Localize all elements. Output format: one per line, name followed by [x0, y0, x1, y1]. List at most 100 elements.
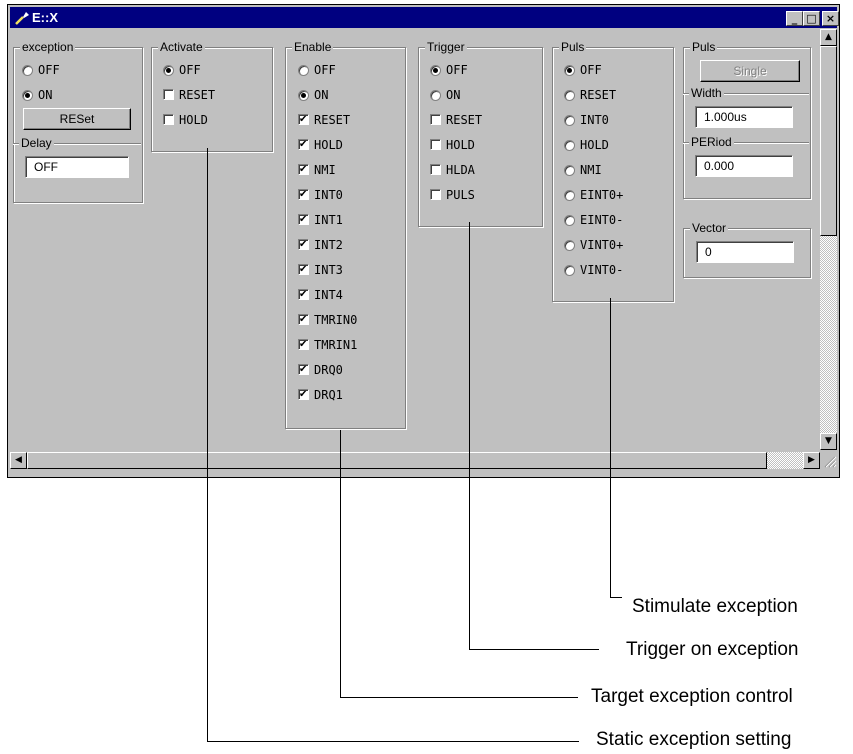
puls-group-title: Puls [559, 40, 587, 54]
window-title: E::X [32, 10, 58, 25]
radio-icon [564, 240, 575, 251]
leader-line-target [340, 430, 341, 698]
enable-option-label: RESET [314, 113, 351, 127]
activate-hold-label: HOLD [179, 113, 208, 127]
leader-line-stimulate [610, 298, 611, 598]
enable-option-label: DRQ1 [314, 388, 343, 402]
exception-group: exception OFF ON RESet Delay OFF [13, 40, 143, 203]
radio-selected-icon [564, 65, 575, 76]
callout-stimulate: Stimulate exception [632, 596, 798, 617]
radio-selected-icon [22, 90, 33, 101]
puls-option-label: INT0 [580, 113, 609, 127]
leader-line-target-h [340, 697, 578, 698]
leader-line-trigger-h [469, 649, 599, 650]
wrench-icon [15, 12, 29, 25]
horizontal-scrollbar[interactable]: ◀ ▶ [10, 452, 820, 469]
checkbox-icon [430, 164, 441, 175]
checkbox-checked-icon [298, 261, 309, 279]
trigger-group-title: Trigger [425, 40, 467, 54]
puls-option-label: VINT0- [580, 263, 624, 277]
enable-option-label: INT0 [314, 188, 343, 202]
puls-option-label: OFF [580, 63, 602, 77]
exception-window: E::X _ □ × exception OFF ON RESet Delay … [7, 4, 840, 478]
callout-static: Static exception setting [596, 729, 792, 750]
puls-option-label: VINT0+ [580, 238, 624, 252]
checkbox-checked-icon [298, 361, 309, 379]
radio-selected-icon [163, 65, 174, 76]
scroll-up-icon[interactable]: ▲ [820, 29, 837, 46]
checkbox-checked-icon [298, 336, 309, 354]
puls-option-label: EINT0- [580, 213, 624, 227]
exception-on-label: ON [38, 88, 53, 102]
vector-group: Vector 0 [683, 221, 811, 278]
leader-line-static-h [207, 741, 579, 742]
width-title: Width [689, 86, 724, 100]
radio-icon [564, 265, 575, 276]
enable-option-label: OFF [314, 63, 336, 77]
reset-button[interactable]: RESet [23, 108, 131, 130]
scroll-left-icon[interactable]: ◀ [10, 452, 27, 469]
checkbox-checked-icon [298, 186, 309, 204]
exception-group-title: exception [20, 40, 76, 54]
enable-option-label: INT2 [314, 238, 343, 252]
radio-icon [564, 140, 575, 151]
puls-settings-group: Puls Single Width 1.000us PERiod 0.000 [683, 40, 811, 199]
width-field[interactable]: 1.000us [695, 106, 793, 128]
enable-option-label: NMI [314, 163, 336, 177]
checkbox-checked-icon [298, 211, 309, 229]
radio-icon [22, 65, 33, 76]
puls-option-label: NMI [580, 163, 602, 177]
radio-icon [298, 65, 309, 76]
radio-selected-icon [298, 90, 309, 101]
trigger-option-label: HOLD [446, 138, 475, 152]
radio-icon [564, 215, 575, 226]
horizontal-scroll-thumb[interactable] [27, 452, 767, 469]
checkbox-icon [430, 139, 441, 150]
puls-option-label: HOLD [580, 138, 609, 152]
leader-line-static [207, 148, 208, 742]
maximize-button[interactable]: □ [803, 11, 820, 26]
delay-group: Delay OFF [13, 136, 141, 202]
trigger-option-label: HLDA [446, 163, 475, 177]
puls-settings-title: Puls [690, 40, 718, 54]
activate-reset-label: RESET [179, 88, 216, 102]
enable-option-label: TMRIN0 [314, 313, 358, 327]
activate-group-title: Activate [158, 40, 205, 54]
enable-group: Enable OFF ON RESET HOLD NMI INT0 INT1 INT2 INT3… [285, 40, 406, 429]
puls-option-label: RESET [580, 88, 617, 102]
single-button[interactable]: Single [700, 60, 800, 82]
enable-option-label: ON [314, 88, 329, 102]
scroll-right-icon[interactable]: ▶ [803, 452, 820, 469]
radio-icon [564, 190, 575, 201]
trigger-option-label: PULS [446, 188, 475, 202]
resize-grip-icon[interactable] [820, 452, 837, 469]
close-button[interactable]: × [822, 11, 839, 26]
enable-option-label: DRQ0 [314, 363, 343, 377]
activate-off-label: OFF [179, 63, 201, 77]
checkbox-icon [430, 189, 441, 200]
leader-line-stimulate-h [610, 597, 622, 598]
delay-field[interactable]: OFF [25, 156, 129, 178]
enable-option-label: INT4 [314, 288, 343, 302]
vertical-scroll-thumb[interactable] [820, 46, 837, 236]
activate-group: Activate OFF RESET HOLD [151, 40, 273, 152]
vertical-scrollbar[interactable]: ▲ ▼ [820, 29, 837, 450]
scroll-down-icon[interactable]: ▼ [820, 433, 837, 450]
checkbox-checked-icon [298, 311, 309, 329]
enable-option-label: TMRIN1 [314, 338, 358, 352]
checkbox-checked-icon [298, 161, 309, 179]
minimize-button[interactable]: _ [786, 11, 803, 26]
period-field[interactable]: 0.000 [695, 155, 793, 177]
radio-icon [564, 115, 575, 126]
enable-option-label: INT3 [314, 263, 343, 277]
radio-selected-icon [430, 65, 441, 76]
title-bar[interactable]: E::X _ □ × [10, 7, 839, 28]
checkbox-icon [163, 114, 174, 125]
trigger-option-label: ON [446, 88, 461, 102]
checkbox-checked-icon [298, 236, 309, 254]
radio-icon [564, 165, 575, 176]
vector-field[interactable]: 0 [696, 241, 794, 263]
period-title: PERiod [689, 135, 734, 149]
checkbox-icon [163, 89, 174, 100]
trigger-option-label: OFF [446, 63, 468, 77]
